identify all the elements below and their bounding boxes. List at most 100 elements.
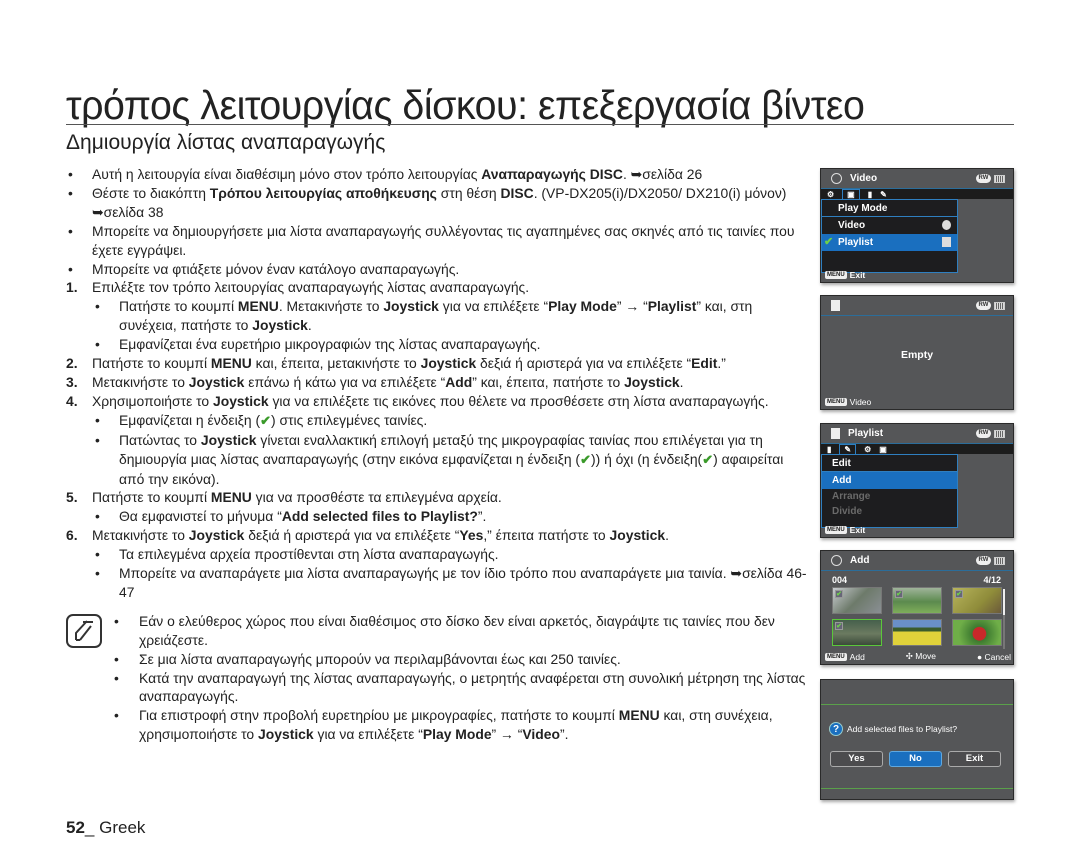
- screen-add-thumbnails: Add RW 004 4/12 ✔ ✔ ✔ ✔ MENU Add ✣ Move ●…: [820, 550, 1014, 665]
- thumbnail[interactable]: ✔: [832, 587, 882, 614]
- note-item: • Κατά την αναπαραγωγή της λίστας αναπαρα…: [114, 669, 806, 705]
- step-2: 2. Πατήστε το κουμπί MENU και, έπειτα, μ…: [66, 355, 726, 372]
- video-icon: [942, 220, 951, 230]
- playlist-icon: [942, 237, 951, 247]
- delete-icon[interactable]: ▮: [868, 190, 872, 199]
- file-counter: 4/12: [983, 575, 1001, 585]
- yes-button[interactable]: Yes: [830, 751, 883, 767]
- screen-header: Video RW: [821, 169, 1013, 189]
- menu-title: Play Mode: [822, 200, 957, 217]
- battery-icon: [994, 556, 1005, 565]
- check-icon: ✔: [580, 451, 591, 467]
- check-icon: ✔: [955, 590, 963, 598]
- delete-icon[interactable]: ▮: [827, 445, 831, 454]
- menu-key-icon: MENU: [825, 652, 847, 661]
- screen-footer: MENU Exit: [825, 270, 866, 280]
- edit-tab-icon[interactable]: ✎: [839, 444, 857, 454]
- note-item: • Για επιστροφή στην προβολή ευρετηρίου …: [114, 707, 773, 743]
- menu-item-divide[interactable]: Divide: [822, 504, 957, 519]
- screen-empty-playlist: RW Empty MENU Video: [820, 295, 1014, 410]
- dialog-divider: [821, 704, 1013, 705]
- dialog-message: ? Add selected files to Playlist?: [829, 722, 957, 736]
- menu-item-add[interactable]: Add: [822, 472, 957, 489]
- screen-footer: MENU Exit: [825, 525, 866, 535]
- check-icon: ✔: [824, 236, 834, 248]
- step-6: 6. Μετακινήστε το Joystick δεξιά ή αριστ…: [66, 527, 669, 544]
- playlist-icon: [831, 428, 840, 439]
- thumbnail-selected[interactable]: ✔: [832, 619, 882, 646]
- note-item: • Σε μια λίστα αναπαραγωγής μπορούν να πε…: [114, 650, 621, 667]
- menu-tab-bar: ⚙ ▣ ▮ ✎: [821, 189, 1013, 199]
- scrollbar[interactable]: [1003, 589, 1005, 649]
- check-icon: ✔: [702, 451, 714, 467]
- playlist-icon: [831, 300, 840, 311]
- language-label: Greek: [94, 818, 146, 837]
- menu-title: Edit: [822, 455, 957, 472]
- thumbnail[interactable]: ✔: [952, 587, 1002, 614]
- dialog-buttons: Yes No Exit: [830, 751, 1001, 767]
- empty-message: Empty: [900, 349, 934, 361]
- battery-icon: [994, 429, 1005, 438]
- page-footer: 52_ Greek: [66, 818, 146, 837]
- question-icon: ?: [829, 722, 843, 736]
- exit-button[interactable]: Exit: [948, 751, 1001, 767]
- thumbnail[interactable]: [892, 619, 942, 646]
- play-mode-tab-icon[interactable]: ▣: [842, 189, 860, 199]
- menu-item-video[interactable]: Video: [822, 217, 957, 234]
- disc-rw-icon: RW: [976, 301, 991, 310]
- note-block: • Εάν ο ελεύθερος χώρος που είναι διαθέσι…: [66, 612, 811, 744]
- video-mode-icon: [831, 173, 842, 184]
- step-5: 5. Πατήστε το κουμπί MENU για να προσθέσ…: [66, 489, 502, 506]
- step-1-detail: • Πατήστε το κουμπί MENU. Μετακινήστε το…: [95, 298, 753, 334]
- intro-item: • Μπορείτε να φτιάξετε μόνον έναν κατάλο…: [68, 260, 460, 277]
- thumbnail-grid: ✔ ✔ ✔ ✔: [832, 587, 1002, 646]
- instructions-body: • Αυτή η λειτουργία είναι διαθέσιμη μόνο…: [66, 165, 811, 744]
- dialog-divider: [821, 788, 1013, 789]
- battery-icon: [994, 301, 1005, 310]
- play-mode-icon[interactable]: ▣: [879, 445, 887, 454]
- screen-confirm-dialog: ? Add selected files to Playlist? Yes No…: [820, 679, 1014, 800]
- disc-rw-icon: RW: [976, 556, 991, 565]
- thumbnail[interactable]: [952, 619, 1002, 646]
- screen-footer: MENU Video: [825, 397, 872, 407]
- settings-icon[interactable]: ⚙: [827, 190, 834, 199]
- menu-key-icon: MENU: [825, 271, 847, 279]
- page-title: τρόπος λειτουργίας δίσκου: επεξεργασία β…: [66, 82, 865, 128]
- bullet: •: [68, 222, 73, 239]
- step-1-result: • Εμφανίζεται ένα ευρετήριο μικρογραφιών…: [95, 336, 541, 353]
- thumbnail[interactable]: ✔: [892, 587, 942, 614]
- check-icon: ✔: [835, 590, 843, 598]
- screen-edit-menu: Playlist RW ▮ ✎ ⚙ ▣ Edit Add Arrange Div…: [820, 423, 1014, 538]
- disc-rw-icon: RW: [976, 174, 991, 183]
- settings-icon[interactable]: ⚙: [864, 445, 871, 454]
- cancel-button-icon: ●: [977, 651, 985, 662]
- menu-item-playlist[interactable]: ✔ Playlist: [822, 234, 957, 251]
- no-button[interactable]: No: [889, 751, 942, 767]
- bullet: •: [68, 184, 73, 201]
- menu-panel: Play Mode Video ✔ Playlist: [821, 199, 958, 273]
- video-mode-icon: [831, 555, 842, 566]
- step-1: 1. Επιλέξτε τον τρόπο λειτουργίας αναπαρ…: [66, 279, 530, 296]
- bullet: •: [68, 260, 73, 277]
- check-icon: ✔: [260, 412, 271, 428]
- screen-header: Add RW: [821, 551, 1013, 571]
- disc-rw-icon: RW: [976, 429, 991, 438]
- edit-icon[interactable]: ✎: [880, 190, 887, 199]
- step-5-detail: • Θα εμφανιστεί το μήνυμα “Add selected …: [95, 508, 487, 525]
- menu-panel: Edit Add Arrange Divide: [821, 454, 958, 528]
- menu-tab-bar: ▮ ✎ ⚙ ▣: [821, 444, 1013, 454]
- intro-item: • Μπορείτε να δημιουργήσετε μια λίστα αν…: [68, 222, 795, 258]
- step-4-toggle: • Πατώντας το Joystick γίνεται εναλλακτι…: [95, 431, 784, 487]
- intro-item: • Αυτή η λειτουργία είναι διαθέσιμη μόνο…: [68, 166, 703, 182]
- menu-key-icon: MENU: [825, 398, 847, 406]
- battery-icon: [994, 174, 1005, 183]
- screen-footer: MENU Add ✣ Move ● Cancel: [825, 651, 1011, 662]
- step-3: 3. Μετακινήστε το Joystick επάνω ή κάτω …: [66, 373, 684, 390]
- title-divider: [66, 124, 1014, 125]
- screen-play-mode-menu: Video RW ⚙ ▣ ▮ ✎ Play Mode Video ✔ Playli…: [820, 168, 1014, 283]
- bullet: •: [68, 166, 73, 182]
- menu-item-arrange[interactable]: Arrange: [822, 489, 957, 504]
- note-item: • Εάν ο ελεύθερος χώρος που είναι διαθέσι…: [114, 612, 775, 648]
- check-icon: ✔: [835, 622, 843, 630]
- file-number: 004: [832, 575, 848, 585]
